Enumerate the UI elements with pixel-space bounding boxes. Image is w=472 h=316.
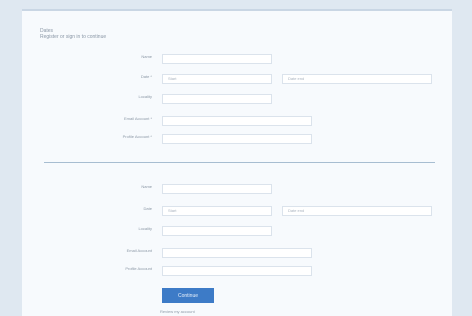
- label-date-2: Date: [143, 206, 152, 211]
- email-input[interactable]: [162, 116, 312, 126]
- date-start-input[interactable]: Start: [162, 74, 272, 84]
- label-profile: Profile Account *: [122, 134, 152, 139]
- instructions: Dates Register or sign in to continue: [40, 28, 106, 40]
- label-date: Date *: [140, 74, 152, 79]
- section-divider: [44, 162, 435, 163]
- name-input-2[interactable]: [162, 184, 272, 194]
- profile-input[interactable]: [162, 134, 312, 144]
- label-locality: Locality: [138, 94, 152, 99]
- email-input-2[interactable]: [162, 248, 312, 258]
- label-name: Name: [141, 54, 152, 59]
- date-end-input-2[interactable]: Date end: [282, 206, 432, 216]
- hint-subtitle: Register or sign in to continue: [40, 34, 107, 40]
- label-name-2: Name: [141, 184, 152, 189]
- label-email-2: Email Account: [126, 248, 152, 253]
- name-input[interactable]: [162, 54, 272, 64]
- footer-link[interactable]: Review my account: [160, 309, 195, 314]
- continue-button[interactable]: Continue: [162, 288, 214, 303]
- locality-input[interactable]: [162, 94, 272, 104]
- label-email: Email Account *: [123, 116, 152, 121]
- locality-input-2[interactable]: [162, 226, 272, 236]
- label-profile-2: Profile Account: [125, 266, 152, 271]
- date-end-input[interactable]: Date end: [282, 74, 432, 84]
- profile-input-2[interactable]: [162, 266, 312, 276]
- date-start-input-2[interactable]: Start: [162, 206, 272, 216]
- label-locality-2: Locality: [138, 226, 152, 231]
